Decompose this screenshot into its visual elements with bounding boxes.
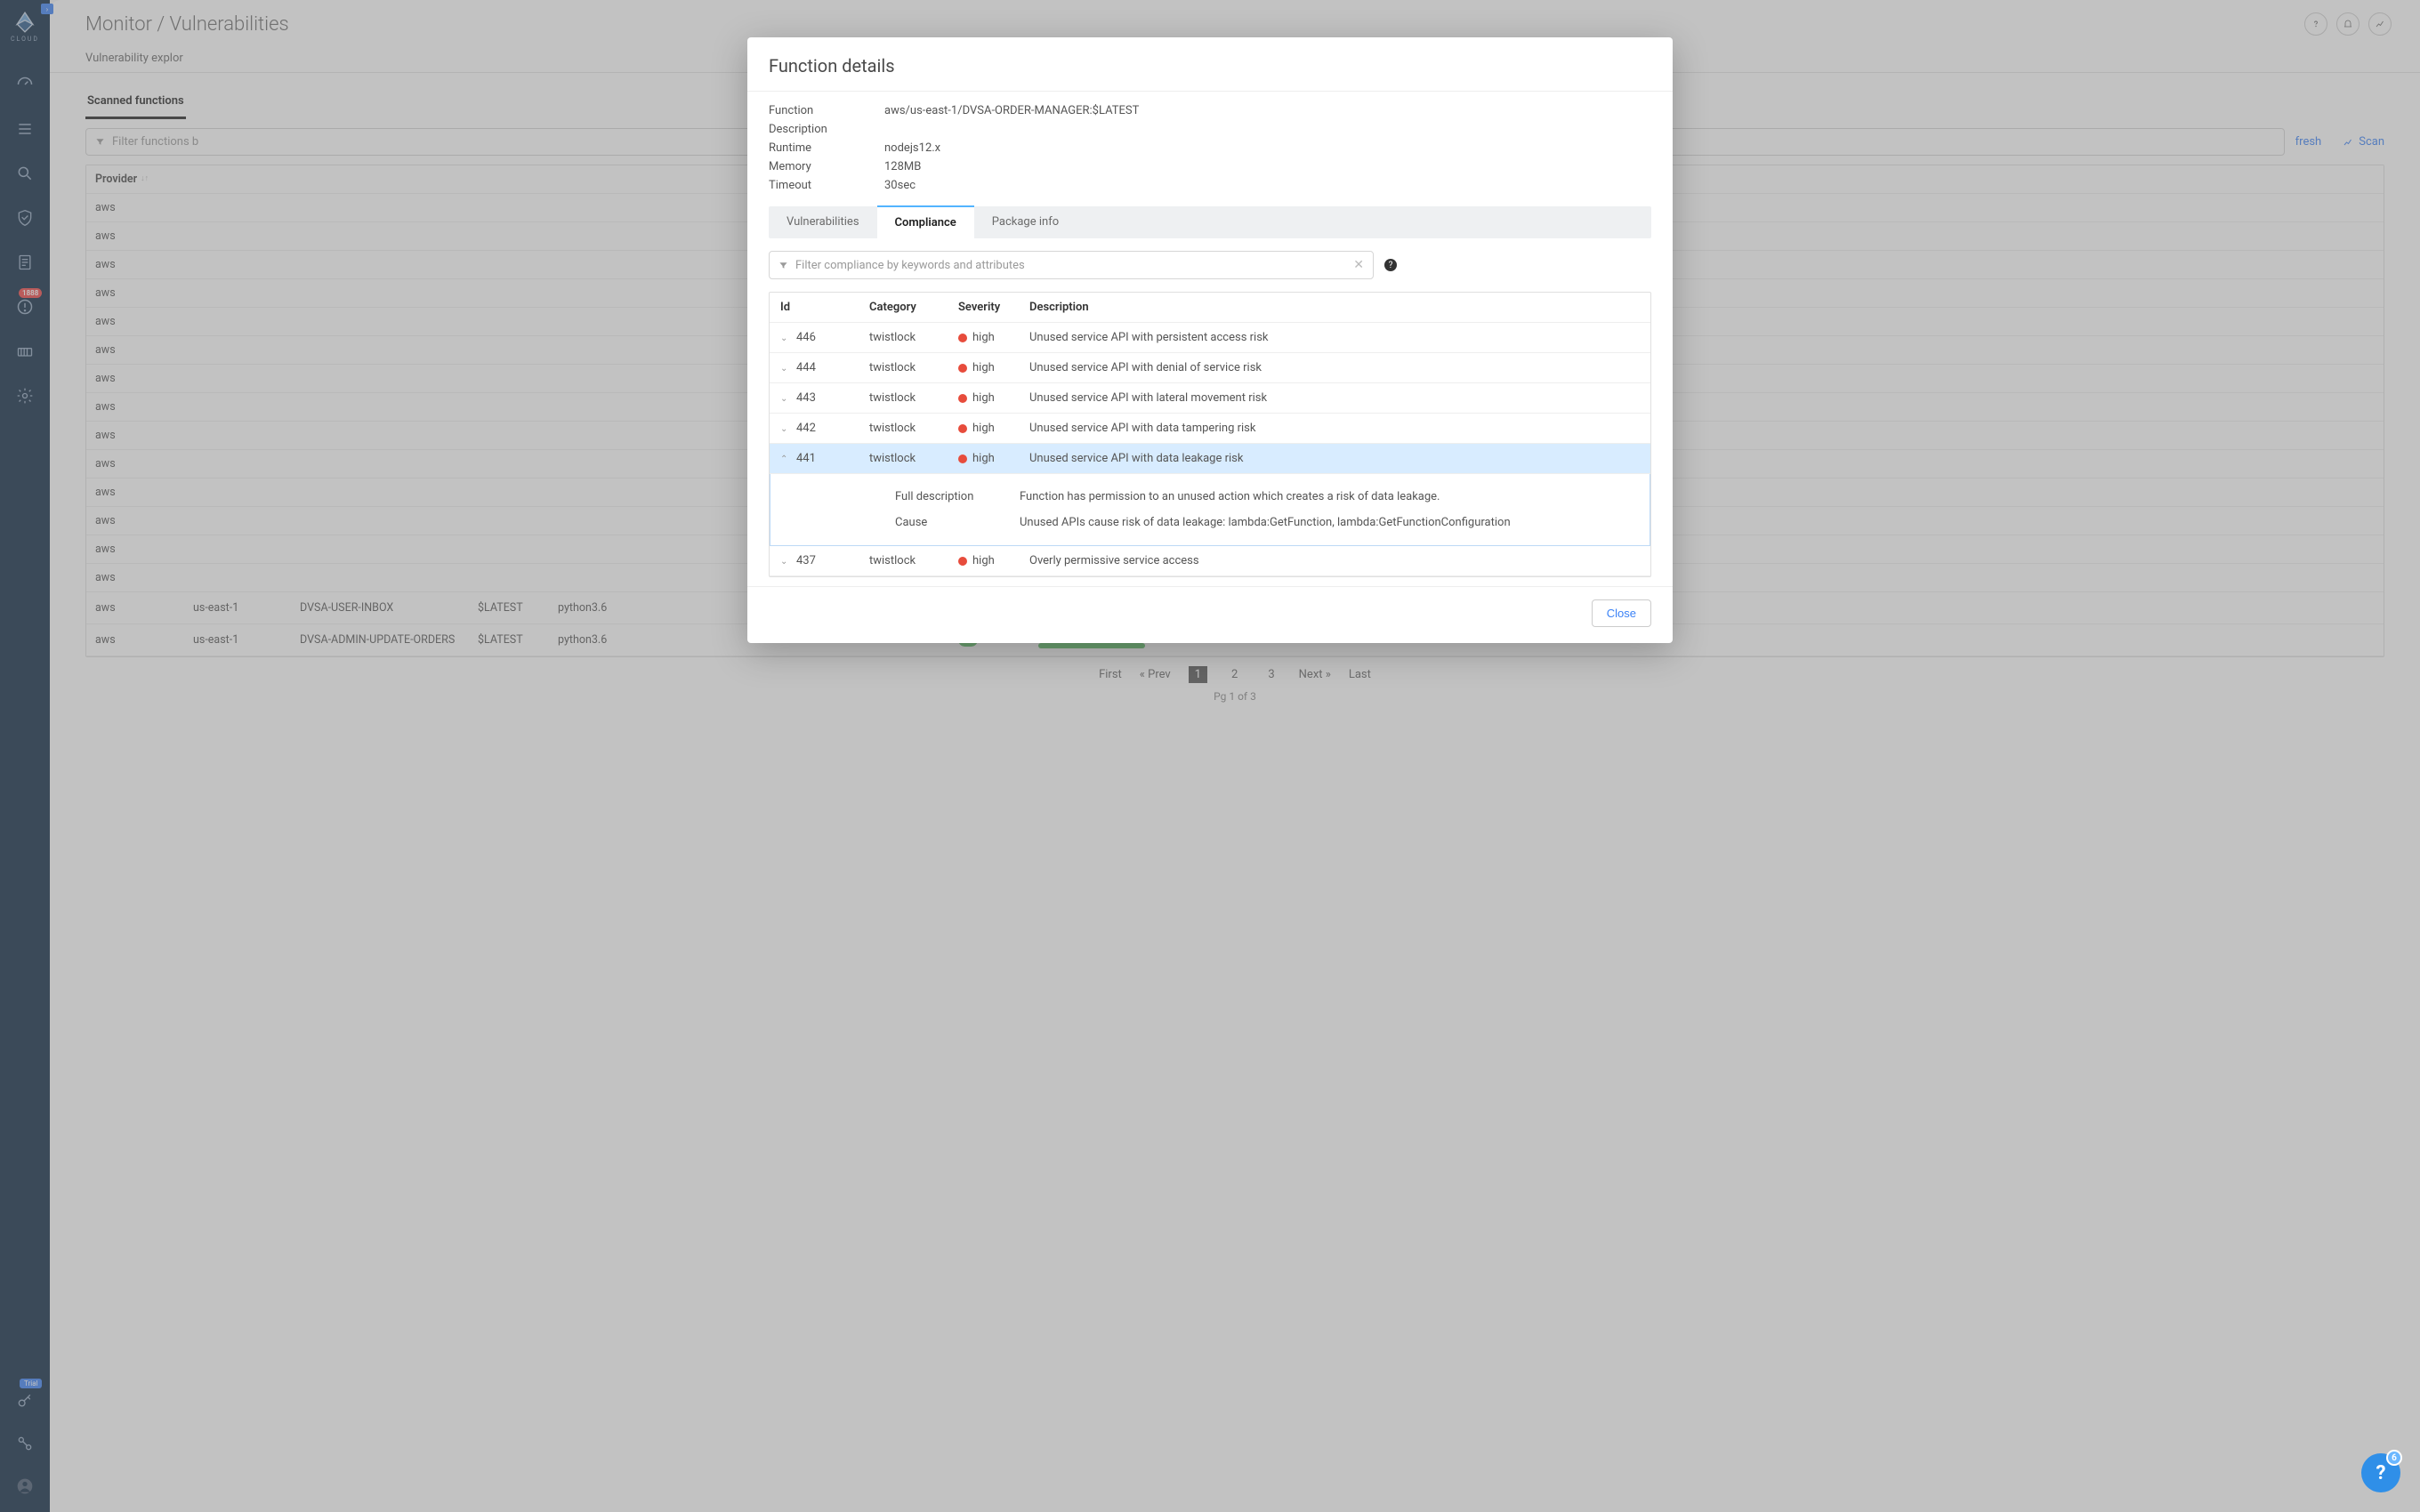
col-severity[interactable]: Severity <box>958 301 1029 314</box>
function-details-modal: Function details Functionaws/us-east-1/D… <box>747 37 1673 643</box>
detail-key: Runtime <box>769 141 884 155</box>
function-meta: Functionaws/us-east-1/DVSA-ORDER-MANAGER… <box>747 92 1673 206</box>
detail-value: nodejs12.x <box>884 141 1651 155</box>
filter-help-icon[interactable]: ? <box>1384 259 1397 271</box>
tab-vulnerabilities[interactable]: Vulnerabilities <box>769 206 877 238</box>
compliance-expanded: Full descriptionFunction has permission … <box>770 474 1650 546</box>
compliance-row[interactable]: ⌃441twistlockhighUnused service API with… <box>770 444 1650 474</box>
close-button[interactable]: Close <box>1592 599 1651 627</box>
detail-value: 30sec <box>884 179 1651 192</box>
detail-value: 128MB <box>884 160 1651 173</box>
compliance-row[interactable]: ⌄444twistlockhighUnused service API with… <box>770 353 1650 383</box>
help-count-badge: 6 <box>2386 1450 2402 1466</box>
compliance-filter-input[interactable]: Filter compliance by keywords and attrib… <box>769 251 1374 279</box>
detail-key: Description <box>769 123 884 136</box>
detail-value <box>884 123 1651 136</box>
detail-value: aws/us-east-1/DVSA-ORDER-MANAGER:$LATEST <box>884 104 1651 117</box>
modal-overlay[interactable]: Function details Functionaws/us-east-1/D… <box>0 0 2420 1512</box>
modal-tabs: Vulnerabilities Compliance Package info <box>769 206 1651 238</box>
compliance-row[interactable]: ⌄446twistlockhighUnused service API with… <box>770 323 1650 353</box>
help-chat-bubble[interactable]: 6 ? <box>2361 1453 2400 1492</box>
compliance-row[interactable]: ⌄442twistlockhighUnused service API with… <box>770 414 1650 444</box>
modal-title: Function details <box>747 37 1673 91</box>
detail-key: Memory <box>769 160 884 173</box>
compliance-row[interactable]: ⌄443twistlockhighUnused service API with… <box>770 383 1650 414</box>
col-description[interactable]: Description <box>1029 301 1640 314</box>
compliance-filter-placeholder: Filter compliance by keywords and attrib… <box>795 259 1025 272</box>
tab-package-info[interactable]: Package info <box>974 206 1077 238</box>
detail-key: Timeout <box>769 179 884 192</box>
col-category[interactable]: Category <box>869 301 958 314</box>
tab-compliance[interactable]: Compliance <box>877 205 974 238</box>
col-id[interactable]: Id <box>780 301 869 314</box>
compliance-table: Id Category Severity Description ⌄446twi… <box>769 292 1651 577</box>
detail-key: Function <box>769 104 884 117</box>
compliance-row[interactable]: ⌄437twistlockhighOverly permissive servi… <box>770 546 1650 576</box>
clear-filter-icon[interactable]: ✕ <box>1353 258 1364 272</box>
filter-icon <box>778 261 788 270</box>
